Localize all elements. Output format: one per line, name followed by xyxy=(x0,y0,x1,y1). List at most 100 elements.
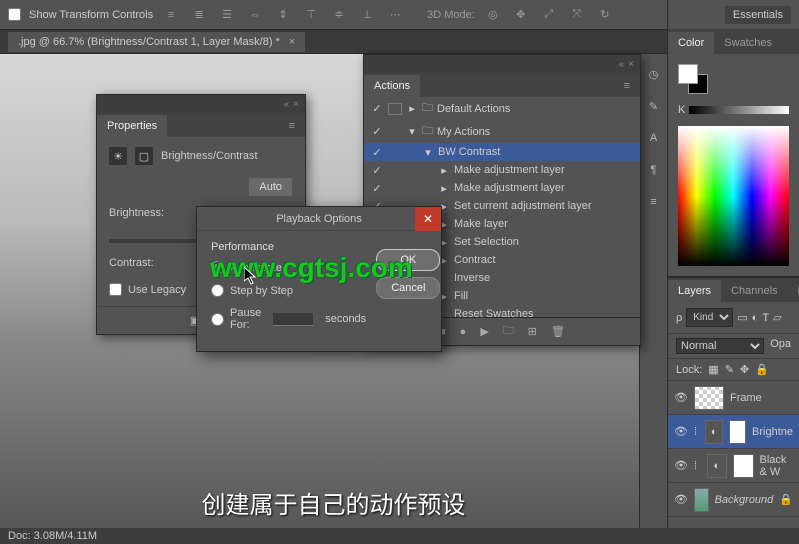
disclosure-icon[interactable]: ▸ xyxy=(438,182,450,195)
align-center-icon[interactable]: ≣ xyxy=(189,5,209,25)
align-top-icon[interactable]: ⊤ xyxy=(301,5,321,25)
character-icon[interactable]: A xyxy=(644,128,664,148)
action-enable-check[interactable]: ✓ xyxy=(370,182,384,195)
disclosure-icon[interactable]: ▸ xyxy=(406,102,418,115)
tab-properties[interactable]: Properties xyxy=(97,115,167,137)
adj-icon[interactable]: ◐ xyxy=(705,420,722,444)
tab-swatches[interactable]: Swatches xyxy=(714,32,782,54)
pan-icon[interactable]: ✥ xyxy=(511,5,531,25)
close-icon[interactable]: ✕ xyxy=(415,207,441,231)
close-icon[interactable]: × xyxy=(628,59,634,70)
disclosure-icon[interactable]: ▾ xyxy=(422,146,434,159)
color-panel-tabs: Color Swatches xyxy=(668,30,799,54)
mode-3d-label: 3D Mode: xyxy=(427,9,475,21)
k-slider[interactable] xyxy=(689,106,789,114)
align-bottom-icon[interactable]: ⊥ xyxy=(357,5,377,25)
action-enable-check[interactable]: ✓ xyxy=(370,102,384,115)
tab-layers[interactable]: Layers xyxy=(668,280,721,302)
orbit-icon[interactable]: ◎ xyxy=(483,5,503,25)
radio-accelerated[interactable]: Accelerated xyxy=(211,261,366,274)
layer-mask-thumb[interactable] xyxy=(729,420,746,444)
collapse-icon[interactable]: « xyxy=(619,59,625,70)
new-set-icon[interactable]: 🗀 xyxy=(503,322,514,341)
document-tab[interactable]: .jpg @ 66.7% (Brightness/Contrast 1, Lay… xyxy=(8,32,305,52)
pause-seconds-input[interactable] xyxy=(273,313,313,326)
layer-thumb[interactable] xyxy=(694,386,724,410)
workspace-switcher[interactable]: Essentials xyxy=(725,6,791,24)
lock-all-icon[interactable]: 🔒 xyxy=(755,363,769,376)
visibility-icon[interactable]: 👁 xyxy=(674,459,688,473)
styles-icon[interactable]: ≡ xyxy=(644,192,664,212)
history-icon[interactable]: ◷ xyxy=(644,64,664,84)
layer-mask-thumb[interactable] xyxy=(733,454,753,478)
tab-paths[interactable]: Paths xyxy=(788,280,799,302)
align-mid-icon[interactable]: ≑ xyxy=(329,5,349,25)
collapse-icon[interactable]: « xyxy=(284,99,290,110)
ok-button[interactable]: OK xyxy=(376,249,440,271)
play-icon[interactable]: ▶ xyxy=(480,325,488,338)
visibility-icon[interactable]: 👁 xyxy=(674,391,688,405)
action-enable-check[interactable]: ✓ xyxy=(370,164,384,177)
lock-paint-icon[interactable]: ✎ xyxy=(725,363,734,376)
action-row[interactable]: ✓▸Make adjustment layer xyxy=(364,161,640,179)
action-row[interactable]: ✓▸🗀Default Actions xyxy=(364,97,640,120)
layer-row[interactable]: 👁 ⁞ ◐ Black & W xyxy=(668,449,799,483)
action-enable-check[interactable]: ✓ xyxy=(370,125,384,138)
layer-row[interactable]: 👁 ⁞ ◐ Brightne xyxy=(668,415,799,449)
panel-menu-icon[interactable]: ≡ xyxy=(614,75,640,97)
filter-type-icon[interactable]: T xyxy=(762,312,769,324)
auto-button[interactable]: Auto xyxy=(248,177,293,197)
align-left-icon[interactable]: ≡ xyxy=(161,5,181,25)
mask-icon[interactable]: ▢ xyxy=(135,147,153,165)
visibility-icon[interactable]: 👁 xyxy=(674,493,688,507)
lock-position-icon[interactable]: ✥ xyxy=(740,363,749,376)
disclosure-icon[interactable]: ▸ xyxy=(438,164,450,177)
cancel-button[interactable]: Cancel xyxy=(376,277,440,299)
panel-menu-icon[interactable]: ≡ xyxy=(279,115,305,137)
action-row[interactable]: ✓▾🗀My Actions xyxy=(364,120,640,143)
layer-row[interactable]: 👁 Frame xyxy=(668,381,799,415)
layer-row[interactable]: 👁 Background 🔒 xyxy=(668,483,799,517)
record-icon[interactable]: ● xyxy=(460,326,467,338)
tab-actions[interactable]: Actions xyxy=(364,75,420,97)
legacy-checkbox[interactable] xyxy=(109,283,122,296)
close-icon[interactable]: × xyxy=(293,99,299,110)
distribute-h-icon[interactable]: ⇔ xyxy=(245,5,265,25)
layer-thumb[interactable] xyxy=(694,488,709,512)
filter-adj-icon[interactable]: ◐ xyxy=(752,312,759,324)
color-spectrum[interactable] xyxy=(678,126,789,266)
action-row[interactable]: ✓▸Make adjustment layer xyxy=(364,179,640,197)
move-icon[interactable]: ⤢ xyxy=(539,5,559,25)
blend-mode-select[interactable]: Normal xyxy=(676,338,764,354)
lock-transparency-icon[interactable]: ▦ xyxy=(708,363,718,376)
action-row[interactable]: ✓▾BW Contrast xyxy=(364,143,640,161)
more-icon[interactable]: ⋯ xyxy=(385,5,405,25)
trash-icon[interactable]: 🗑 xyxy=(551,325,565,338)
filter-kind-select[interactable]: Kind xyxy=(686,308,733,327)
show-transform-checkbox[interactable]: Show Transform Controls xyxy=(8,8,153,21)
action-enable-check[interactable]: ✓ xyxy=(370,146,384,159)
filter-pixel-icon[interactable]: ▭ xyxy=(737,311,747,324)
link-icon[interactable]: ⁞ xyxy=(694,426,699,438)
radio-pause-for[interactable]: Pause For: seconds xyxy=(211,307,366,331)
brush-icon[interactable]: ✎ xyxy=(644,96,664,116)
new-action-icon[interactable]: ⊞ xyxy=(528,325,537,338)
filter-shape-icon[interactable]: ▱ xyxy=(773,311,781,324)
scale-icon[interactable]: ⤧ xyxy=(567,5,587,25)
paragraph-icon[interactable]: ¶ xyxy=(644,160,664,180)
foreground-swatch[interactable] xyxy=(678,64,698,84)
action-dialog-box[interactable] xyxy=(388,103,402,115)
disclosure-icon[interactable]: ▾ xyxy=(406,125,418,138)
adj-icon[interactable]: ◐ xyxy=(707,454,727,478)
action-label: Fill xyxy=(454,290,468,302)
radio-step-by-step[interactable]: Step by Step xyxy=(211,284,366,297)
tab-channels[interactable]: Channels xyxy=(721,280,787,302)
rotate-icon[interactable]: ↻ xyxy=(595,5,615,25)
distribute-v-icon[interactable]: ⇕ xyxy=(273,5,293,25)
align-right-icon[interactable]: ☰ xyxy=(217,5,237,25)
close-icon[interactable]: × xyxy=(289,36,295,48)
link-icon[interactable]: ⁞ xyxy=(694,460,701,472)
tab-color[interactable]: Color xyxy=(668,32,714,54)
color-swatch-pair[interactable] xyxy=(678,64,710,96)
visibility-icon[interactable]: 👁 xyxy=(674,425,688,439)
